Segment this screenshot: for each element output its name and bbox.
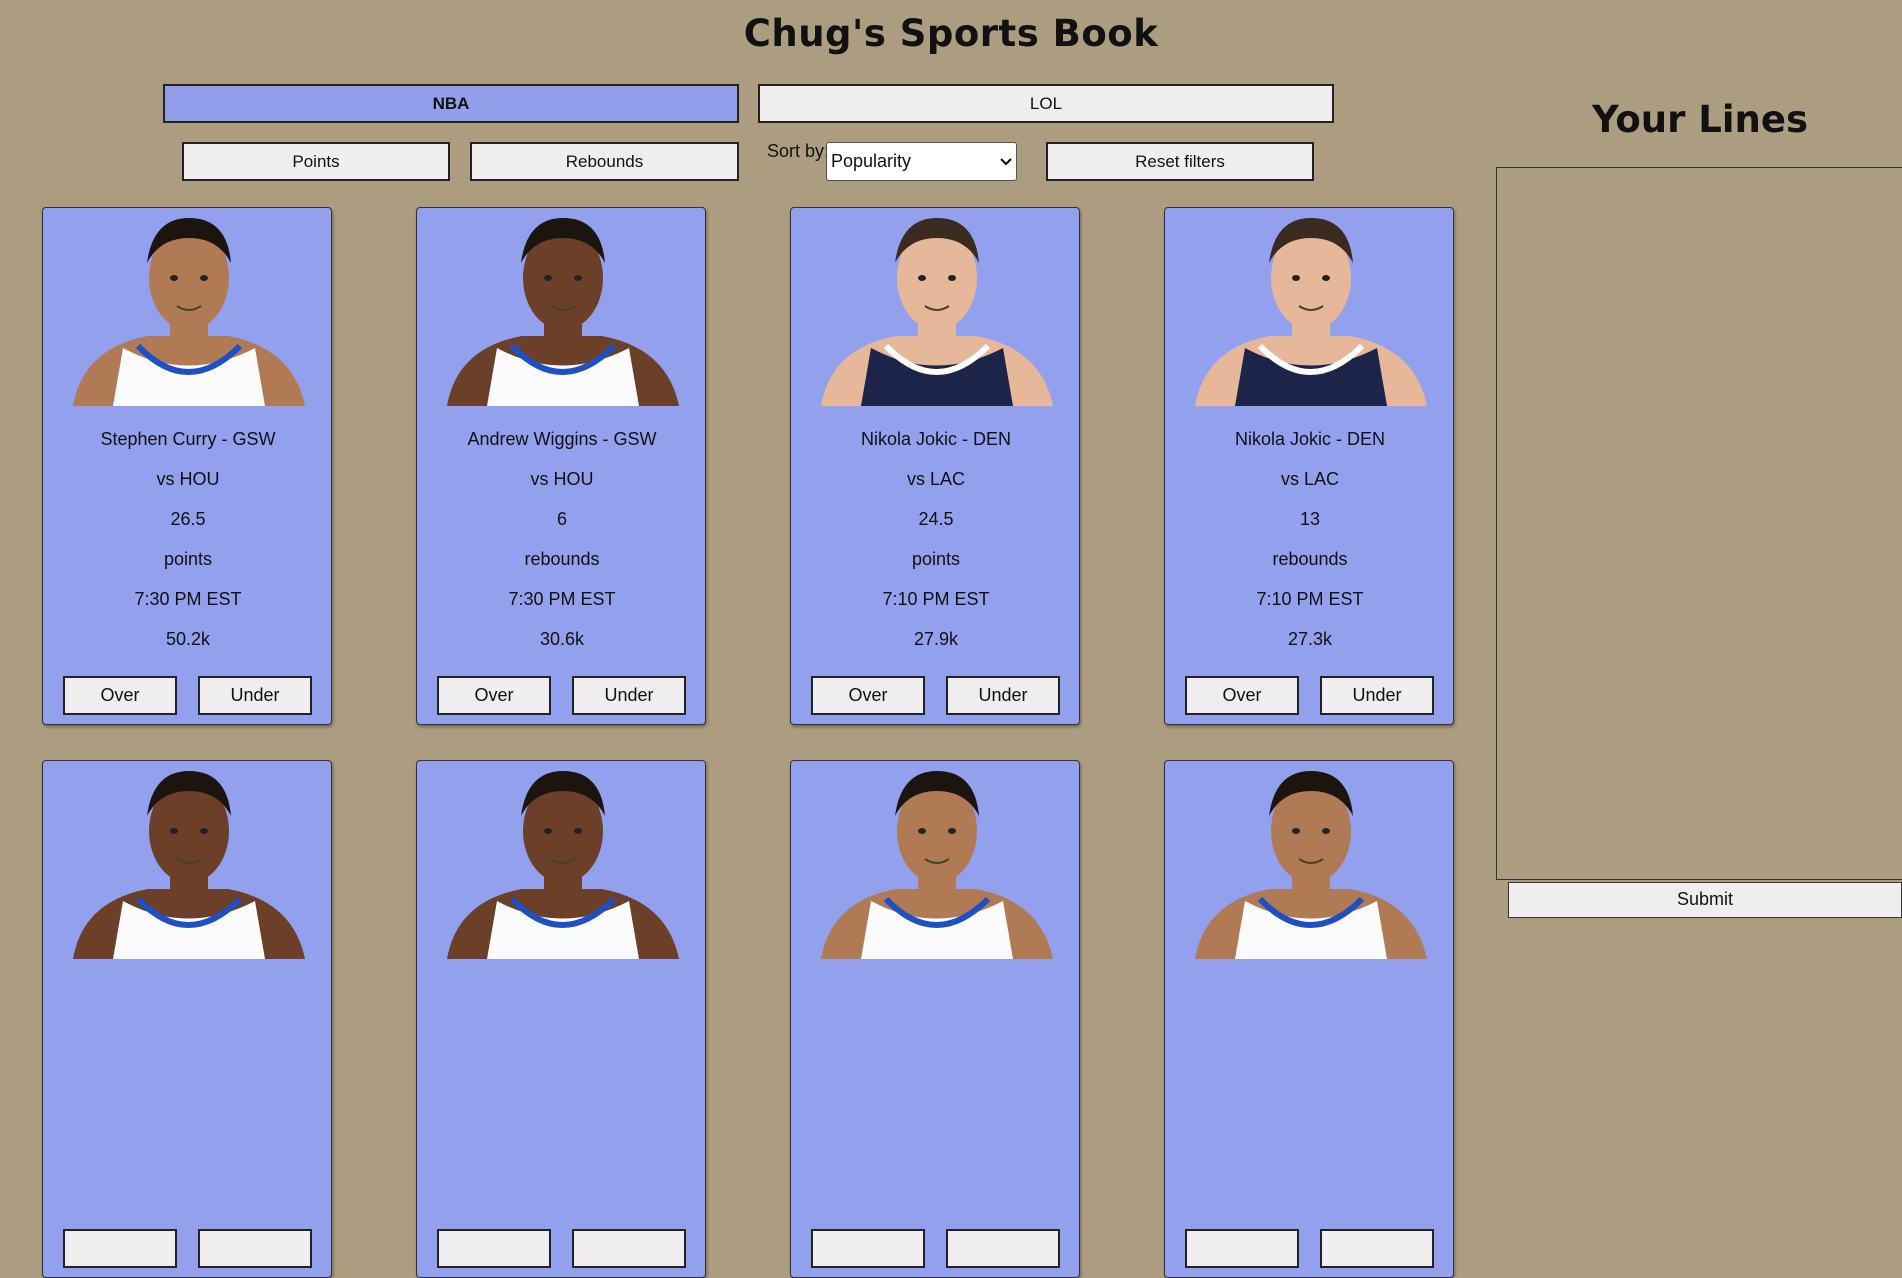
prop-line: 26.5 [170,509,206,529]
player-card: Nikola Jokic - DEN vs LAC 24.5 points 7:10 P… [790,207,1080,725]
game-time: 7:30 PM EST [134,589,242,609]
player-photo [791,208,1079,406]
popularity-count: 27.9k [913,629,959,649]
over-button[interactable] [63,1229,177,1268]
sort-select[interactable]: Popularity [826,142,1017,181]
over-button[interactable]: Over [1185,676,1299,715]
player-card [1164,760,1454,1278]
player-photo [791,761,1079,959]
points-filter-button[interactable]: Points [182,142,450,181]
prop-line: 24.5 [918,509,954,529]
player-photo [1165,208,1453,406]
stat-type: points [911,549,961,569]
prop-line: 13 [1299,509,1321,529]
your-lines-panel [1496,167,1902,880]
under-button[interactable]: Under [572,676,686,715]
opponent: vs LAC [906,469,966,489]
opponent: vs HOU [530,469,594,489]
player-photo [417,761,705,959]
stat-type: rebounds [1272,549,1348,569]
stat-type: points [163,549,213,569]
player-photo [1165,761,1453,959]
over-button[interactable] [437,1229,551,1268]
under-button[interactable] [198,1229,312,1268]
player-name: Nikola Jokic - DEN [1234,429,1386,449]
prop-line: 6 [556,509,567,529]
under-button[interactable]: Under [946,676,1060,715]
player-card [790,760,1080,1278]
sort-selected-value: Popularity [831,151,912,171]
popularity-count: 30.6k [539,629,585,649]
over-button[interactable]: Over [811,676,925,715]
player-card: Nikola Jokic - DEN vs LAC 13 rebounds 7:10 P… [1164,207,1454,725]
opponent: vs HOU [156,469,220,489]
page-title: Chug's Sports Book [743,12,1159,55]
under-button[interactable]: Under [198,676,312,715]
player-photo [417,208,705,406]
over-button[interactable]: Over [437,676,551,715]
player-card [42,760,332,1278]
your-lines-title: Your Lines [1591,98,1808,141]
stat-type: rebounds [524,549,600,569]
opponent: vs LAC [1280,469,1340,489]
player-card: Stephen Curry - GSW vs HOU 26.5 points 7:30 … [42,207,332,725]
tab-lol[interactable]: LOL [758,84,1334,123]
player-card [416,760,706,1278]
popularity-count: 27.3k [1287,629,1333,649]
over-button[interactable]: Over [63,676,177,715]
rebounds-filter-button[interactable]: Rebounds [470,142,739,181]
submit-button[interactable]: Submit [1508,882,1902,918]
popularity-count: 50.2k [165,629,211,649]
game-time: 7:30 PM EST [508,589,616,609]
sort-label: Sort by: [767,141,830,161]
over-button[interactable] [811,1229,925,1268]
over-button[interactable] [1185,1229,1299,1268]
game-time: 7:10 PM EST [1256,589,1364,609]
player-card: Andrew Wiggins - GSW vs HOU 6 rebounds 7:30 … [416,207,706,725]
player-photo [43,761,331,959]
under-button[interactable] [1320,1229,1434,1268]
chevron-down-icon [1000,157,1012,165]
tab-nba[interactable]: NBA [163,84,739,123]
player-name: Stephen Curry - GSW [100,429,276,449]
under-button[interactable] [572,1229,686,1268]
game-time: 7:10 PM EST [882,589,990,609]
under-button[interactable] [946,1229,1060,1268]
reset-filters-button[interactable]: Reset filters [1046,142,1314,181]
player-photo [43,208,331,406]
player-name: Nikola Jokic - DEN [860,429,1012,449]
player-name: Andrew Wiggins - GSW [467,429,657,449]
under-button[interactable]: Under [1320,676,1434,715]
